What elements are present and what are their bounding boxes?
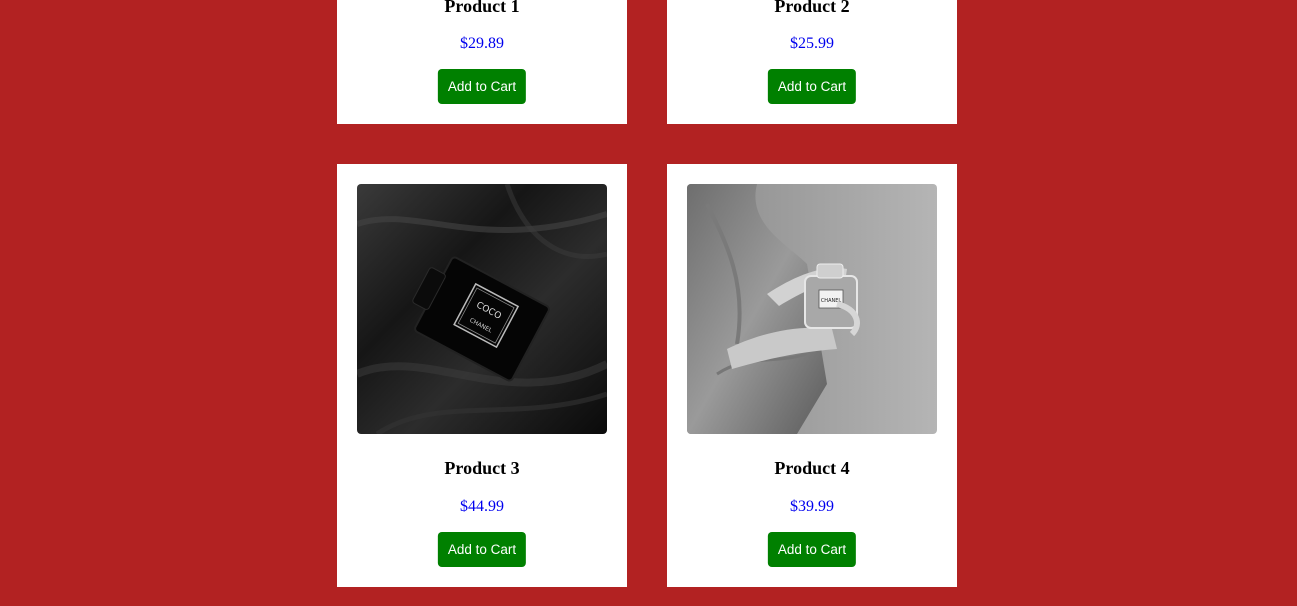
hands-holding-perfume-image: CHANEL bbox=[687, 184, 937, 434]
product-title: Product 3 bbox=[444, 458, 520, 478]
product-grid: Product 1 $29.89 Add to Cart Product 2 $… bbox=[0, 0, 1297, 606]
add-to-cart-button[interactable]: Add to Cart bbox=[437, 69, 527, 104]
add-to-cart-button[interactable]: Add to Cart bbox=[767, 69, 857, 104]
perfume-bottle-image: COCO CHANEL bbox=[357, 184, 607, 434]
product-price: $25.99 bbox=[790, 35, 834, 52]
product-card: CHANEL Product 4 $39.99 Add to Cart bbox=[667, 164, 957, 587]
product-image[interactable]: COCO CHANEL bbox=[357, 184, 607, 434]
product-image[interactable]: CHANEL bbox=[687, 184, 937, 434]
product-price: $44.99 bbox=[460, 498, 504, 515]
add-to-cart-button[interactable]: Add to Cart bbox=[437, 532, 527, 567]
product-price: $29.89 bbox=[460, 35, 504, 52]
add-to-cart-button[interactable]: Add to Cart bbox=[767, 532, 857, 567]
product-title: Product 4 bbox=[774, 458, 850, 478]
product-title: Product 1 bbox=[444, 0, 520, 16]
product-card: COCO CHANEL Product 3 $44.99 Add to Cart bbox=[337, 164, 627, 587]
product-card: Product 2 $25.99 Add to Cart bbox=[667, 0, 957, 124]
product-price: $39.99 bbox=[790, 498, 834, 515]
product-title: Product 2 bbox=[774, 0, 850, 16]
product-card: Product 1 $29.89 Add to Cart bbox=[337, 0, 627, 124]
